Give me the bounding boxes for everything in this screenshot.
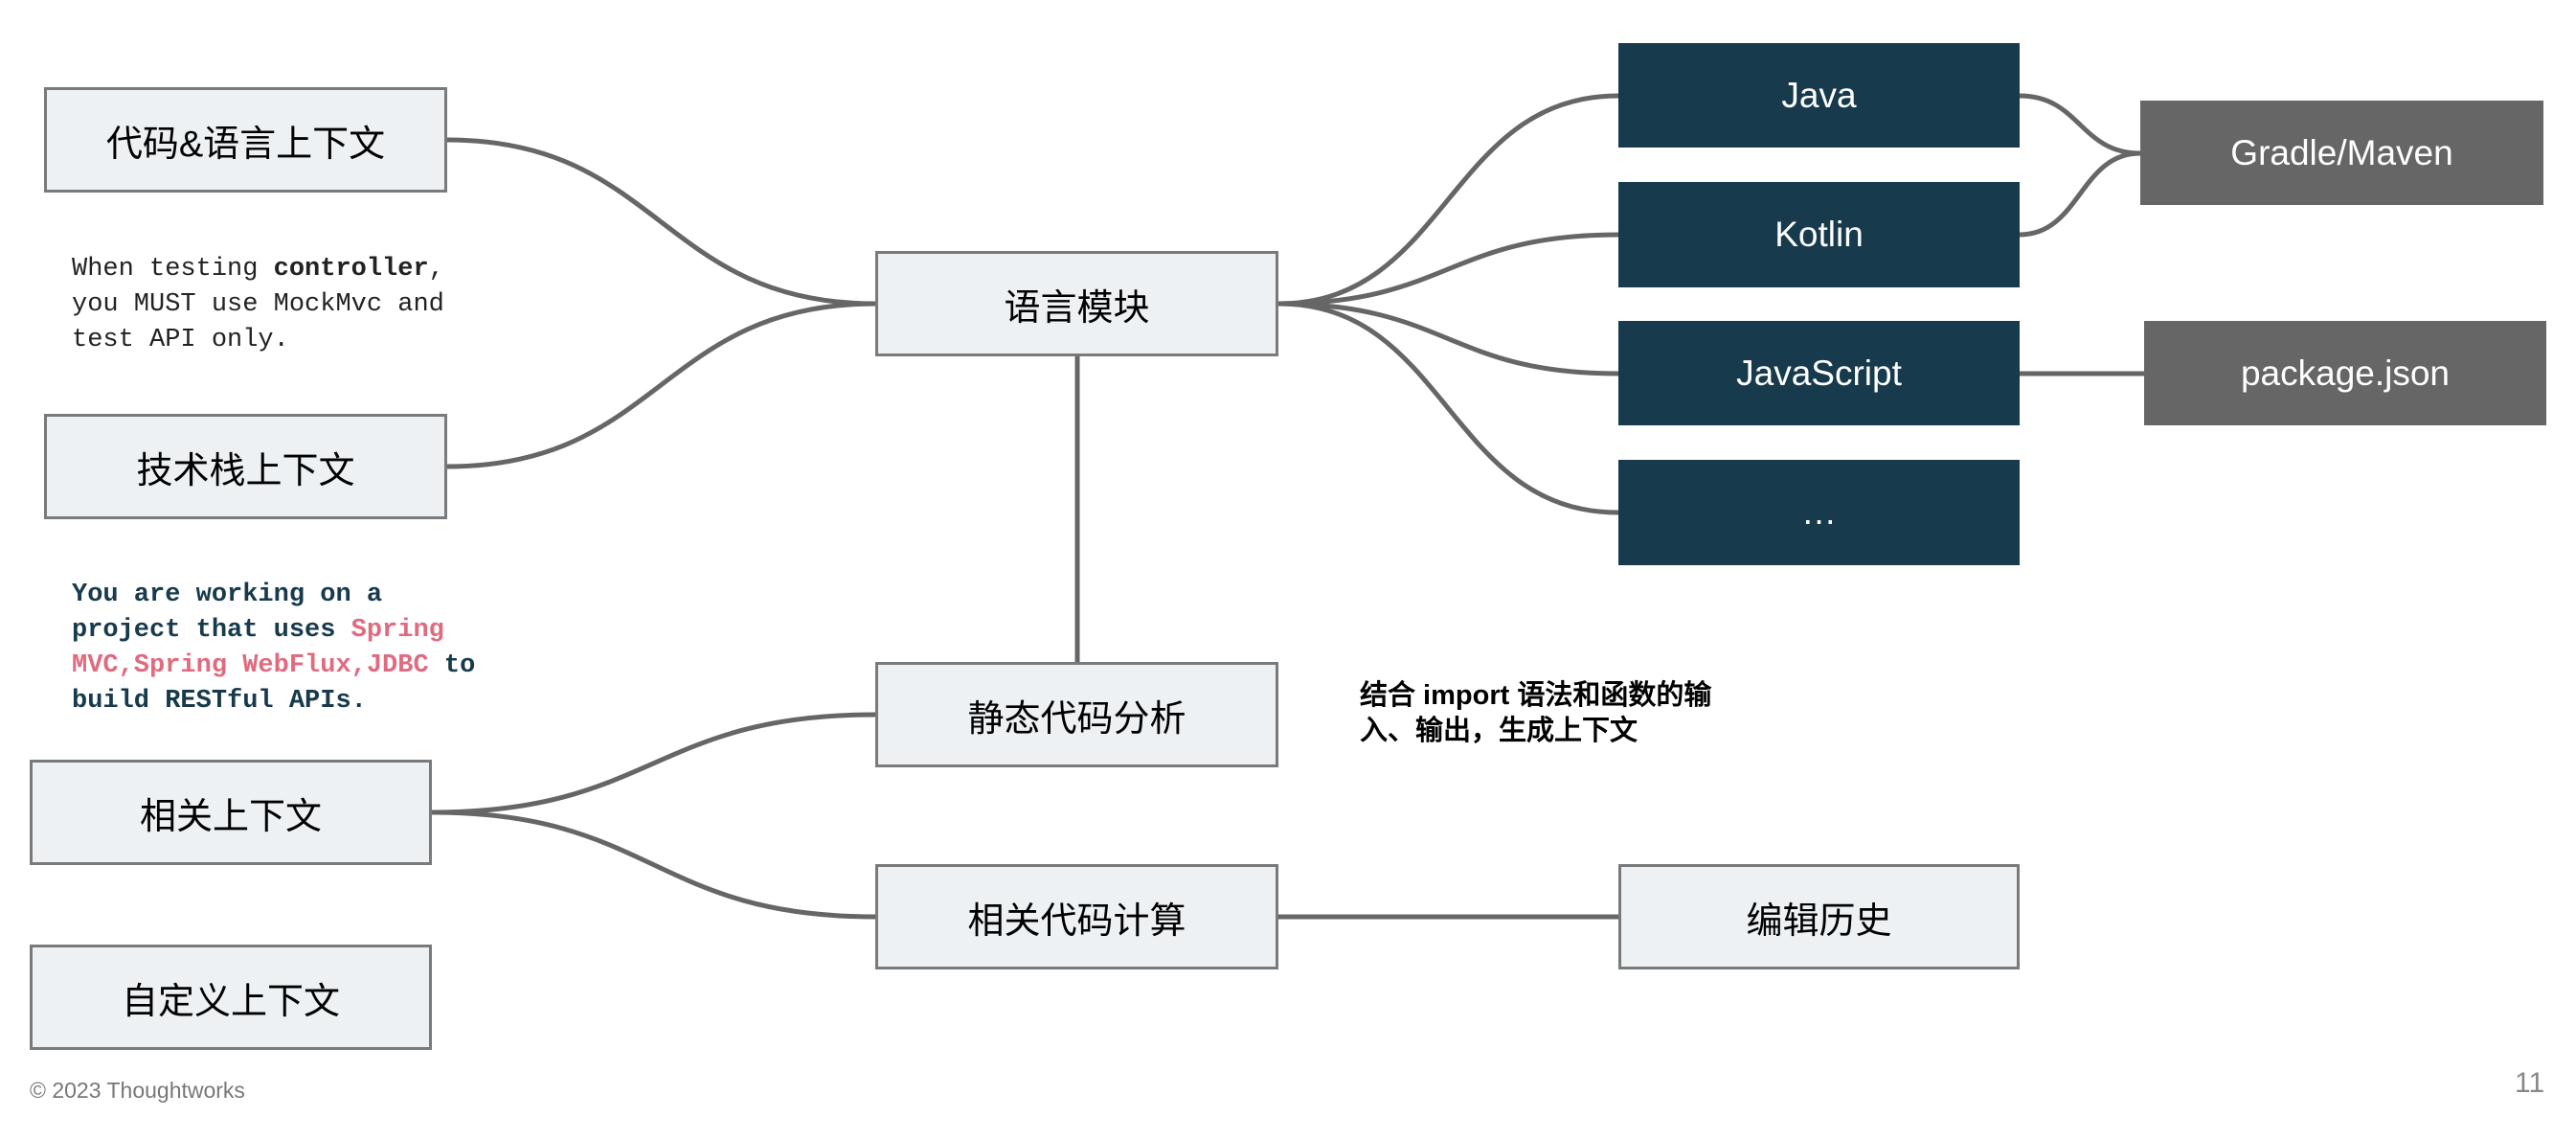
- static-analysis-annotation: 结合 import 语法和函数的输入、输出，生成上下文: [1360, 680, 1712, 746]
- node-language-module: 语言模块: [875, 251, 1278, 356]
- tech-stack-prompt-snippet: You are working on a project that uses S…: [72, 578, 475, 719]
- link-language-module-to-javascript: [1277, 301, 1619, 376]
- snippet-bold: controller: [273, 255, 429, 284]
- snippet-text: You are working on a project that uses: [72, 581, 383, 645]
- page-number: 11: [2515, 1067, 2545, 1099]
- node-more-languages: …: [1618, 460, 2020, 565]
- node-code-language-context: 代码&语言上下文: [44, 87, 447, 193]
- node-edit-history: 编辑历史: [1618, 864, 2020, 969]
- link-language-module-to-kotlin: [1277, 232, 1619, 307]
- node-related-code-calc: 相关代码计算: [875, 864, 1278, 969]
- node-related-context: 相关上下文: [30, 760, 432, 865]
- node-package-json: package.json: [2144, 321, 2546, 425]
- node-java: Java: [1618, 43, 2020, 148]
- node-tech-stack-context: 技术栈上下文: [44, 414, 447, 519]
- link-tech-stack-to-language-module: [446, 301, 876, 469]
- link-code-context-to-language-module: [446, 137, 876, 307]
- link-kotlin-to-gradle: [2019, 150, 2141, 238]
- node-javascript: JavaScript: [1618, 321, 2020, 425]
- link-related-context-to-related-code-calc: [431, 809, 876, 920]
- node-custom-context: 自定义上下文: [30, 945, 432, 1050]
- link-language-module-to-java: [1277, 93, 1619, 307]
- controller-prompt-snippet: When testing controller, you MUST use Mo…: [72, 252, 444, 358]
- link-related-context-to-static-analysis: [431, 712, 876, 815]
- link-language-module-to-more: [1277, 301, 1619, 515]
- link-java-to-gradle: [2019, 93, 2141, 156]
- node-gradle-maven: Gradle/Maven: [2140, 101, 2543, 205]
- node-kotlin: Kotlin: [1618, 182, 2020, 287]
- copyright: © 2023 Thoughtworks: [30, 1078, 245, 1103]
- node-static-analysis: 静态代码分析: [875, 662, 1278, 767]
- snippet-text: When testing: [72, 255, 274, 284]
